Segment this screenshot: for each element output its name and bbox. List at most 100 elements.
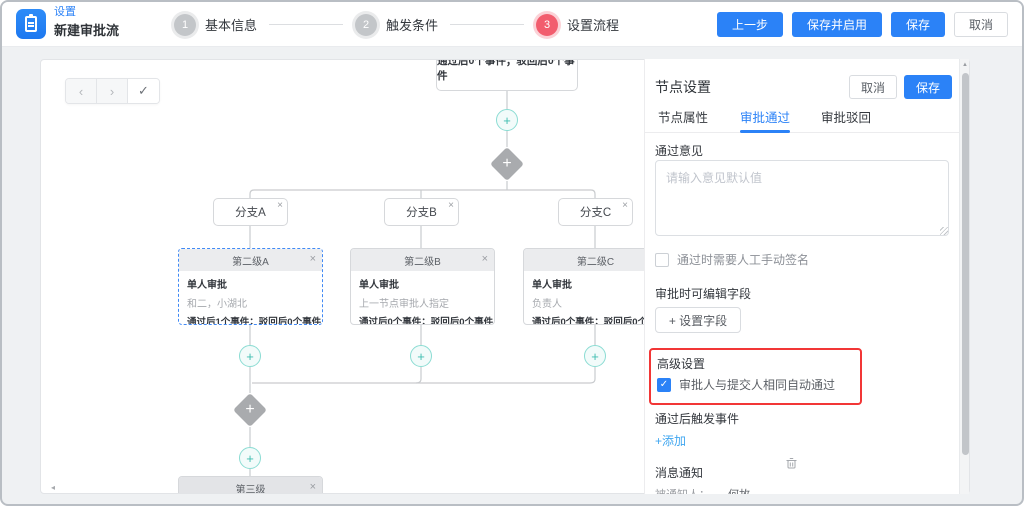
trash-icon[interactable]	[786, 456, 797, 474]
scrollbar-thumb[interactable]	[962, 73, 969, 455]
active-tab-underline	[740, 130, 790, 133]
panel-header: 节点设置 取消 保存	[655, 75, 952, 99]
tab-approval-reject[interactable]: 审批驳回	[821, 107, 871, 126]
node-title: 第二级B	[404, 253, 441, 268]
branch-node-a[interactable]: 分支A ×	[213, 198, 288, 226]
node-header: 第二级A ×	[179, 249, 322, 271]
events-summary: 通过后0个事件；驳回后0个事件	[359, 314, 486, 325]
node-body: 单人审批 上一节点审批人指定 通过后0个事件；驳回后0个事件	[351, 271, 494, 325]
app-window: 设置 新建审批流 1 基本信息 2 触发条件 3 设置流程 上一步 保存并启用 …	[0, 0, 1024, 506]
step-indicator: 1 基本信息 2 触发条件 3 设置流程	[174, 2, 619, 47]
tab-node-properties[interactable]: 节点属性	[658, 107, 708, 126]
top-header: 设置 新建审批流 1 基本信息 2 触发条件 3 设置流程 上一步 保存并启用 …	[2, 2, 1022, 47]
panel-title: 节点设置	[655, 77, 711, 97]
step-1-circle: 1	[174, 14, 196, 36]
step-3-label: 设置流程	[567, 15, 619, 34]
add-node-button[interactable]: +	[584, 345, 606, 367]
approver-names: 负责人	[532, 295, 659, 310]
node-header: 第二级B ×	[351, 249, 494, 271]
pass-opinion-textarea[interactable]	[655, 160, 949, 236]
branch-a-label: 分支A	[235, 204, 266, 220]
panel-actions: 取消 保存	[849, 75, 952, 99]
save-and-enable-button[interactable]: 保存并启用	[792, 12, 882, 37]
undo-button[interactable]: ‹	[66, 79, 97, 103]
plus-icon: +	[503, 113, 511, 128]
approval-node-level2-b[interactable]: 第二级B × 单人审批 上一节点审批人指定 通过后0个事件；驳回后0个事件	[350, 248, 495, 325]
validate-button[interactable]: ✓	[128, 79, 159, 103]
chevron-left-icon: ‹	[79, 84, 83, 99]
node-body: 单人审批 和二，小湖北 通过后1个事件；驳回后0个事件	[179, 271, 322, 325]
node-title: 第三级	[236, 481, 266, 495]
add-node-button[interactable]: +	[239, 345, 261, 367]
editable-fields-label: 审批时可编辑字段	[655, 285, 751, 302]
step-connector	[269, 24, 343, 25]
check-icon: ✓	[138, 83, 149, 99]
panel-save-button[interactable]: 保存	[904, 75, 952, 99]
scroll-left-icon[interactable]: ◂	[51, 483, 55, 492]
prev-step-button[interactable]: 上一步	[717, 12, 783, 37]
notified-person-row: 被通知人： 何故	[655, 486, 750, 494]
app-logo-icon	[16, 9, 46, 39]
notified-person-label: 被通知人：	[655, 486, 710, 494]
plus-icon: +	[591, 349, 599, 364]
close-icon[interactable]: ×	[448, 200, 454, 211]
auto-pass-label: 审批人与提交人相同自动通过	[679, 376, 835, 393]
panel-tabs: 节点属性 审批通过 审批驳回	[645, 107, 961, 133]
canvas-toolbar: ‹ › ✓	[65, 78, 160, 104]
branch-merge-diamond[interactable]: +	[233, 393, 267, 427]
plus-icon: +	[246, 349, 254, 364]
add-node-button[interactable]: +	[410, 345, 432, 367]
approval-node-level2-a[interactable]: 第二级A × 单人审批 和二，小湖北 通过后1个事件；驳回后0个事件	[178, 248, 323, 325]
close-icon[interactable]: ×	[622, 200, 628, 211]
chevron-right-icon: ›	[110, 84, 114, 99]
message-notify-label: 消息通知	[655, 464, 703, 481]
page-title: 新建审批流	[54, 24, 119, 37]
branch-node-b[interactable]: 分支B ×	[384, 198, 459, 226]
close-icon[interactable]: ×	[482, 253, 488, 265]
step-2-circle: 2	[355, 14, 377, 36]
plus-icon: +	[246, 451, 254, 466]
breadcrumb: 设置	[54, 7, 119, 18]
scroll-up-icon[interactable]: ▲	[961, 62, 969, 68]
header-actions: 上一步 保存并启用 保存 取消	[717, 12, 1008, 37]
after-pass-events-label: 通过后触发事件	[655, 410, 739, 427]
manual-signature-label: 通过时需要人工手动签名	[677, 251, 809, 268]
plus-icon: +	[417, 349, 425, 364]
approval-node-level3[interactable]: 第三级 ×	[178, 476, 323, 494]
checkbox-checked-icon[interactable]: ✓	[657, 378, 671, 392]
start-node[interactable]: 通过后0个事件；驳回后0个事件	[436, 59, 578, 91]
set-fields-button[interactable]: + 设置字段	[655, 307, 741, 333]
node-title: 第二级A	[232, 253, 269, 268]
close-icon[interactable]: ×	[310, 481, 316, 493]
plus-icon: +	[495, 152, 519, 176]
redo-button[interactable]: ›	[97, 79, 128, 103]
step-connector	[450, 24, 524, 25]
node-settings-panel: 节点设置 取消 保存 节点属性 审批通过 审批驳回 通过意见 通过时需要人工手动…	[644, 59, 961, 494]
branch-split-diamond[interactable]: +	[490, 147, 524, 181]
add-node-button[interactable]: +	[239, 447, 261, 469]
add-node-button[interactable]: +	[496, 109, 518, 131]
tab-approval-pass[interactable]: 审批通过	[740, 107, 790, 126]
add-event-link[interactable]: +添加	[655, 432, 686, 449]
save-button[interactable]: 保存	[891, 12, 945, 37]
approval-type: 单人审批	[532, 276, 659, 291]
approval-type: 单人审批	[187, 276, 314, 291]
close-icon[interactable]: ×	[277, 200, 283, 211]
events-summary: 通过后1个事件；驳回后0个事件	[187, 314, 314, 325]
approval-type: 单人审批	[359, 276, 486, 291]
advanced-settings-label: 高级设置	[657, 355, 705, 372]
node-header: 第三级 ×	[179, 477, 322, 494]
panel-cancel-button[interactable]: 取消	[849, 75, 897, 99]
step-basic-info: 1 基本信息	[174, 14, 257, 36]
branch-node-c[interactable]: 分支C ×	[558, 198, 633, 226]
cancel-button[interactable]: 取消	[954, 12, 1008, 37]
close-icon[interactable]: ×	[310, 253, 316, 265]
checkbox-unchecked-icon[interactable]	[655, 253, 669, 267]
auto-pass-checkbox-row[interactable]: ✓ 审批人与提交人相同自动通过	[657, 376, 835, 393]
panel-scrollbar[interactable]: ▲	[959, 59, 969, 494]
branch-c-label: 分支C	[580, 204, 611, 220]
node-title: 第二级C	[577, 253, 614, 268]
step-2-label: 触发条件	[386, 15, 438, 34]
step-trigger-condition: 2 触发条件	[355, 14, 438, 36]
manual-signature-checkbox-row[interactable]: 通过时需要人工手动签名	[655, 251, 809, 268]
